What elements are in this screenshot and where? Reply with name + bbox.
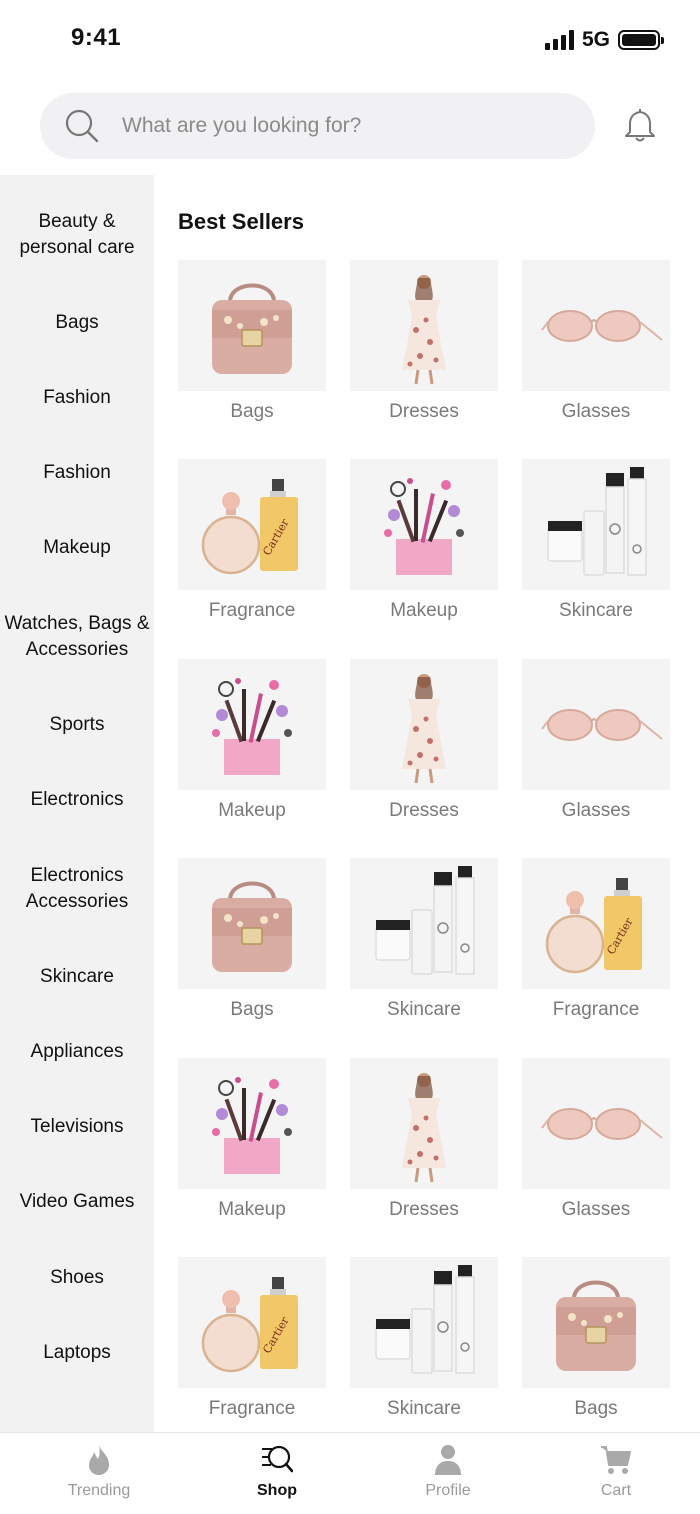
product-tile-skincare[interactable]: Skincare — [350, 858, 498, 1020]
product-tile-makeup[interactable]: Makeup — [178, 659, 326, 821]
handbag-icon — [178, 260, 326, 391]
product-grid-panel: Best Sellers Bags Dresses Glasses Cartie… — [154, 175, 700, 1432]
bell-icon[interactable] — [620, 105, 660, 145]
sidebar-item-laptops[interactable]: Laptops — [0, 1340, 154, 1366]
sidebar-item-televisions[interactable]: Televisions — [0, 1114, 154, 1140]
flame-icon — [89, 1445, 109, 1475]
nav-trending[interactable]: Trending — [39, 1433, 159, 1514]
product-tile-dresses[interactable]: Dresses — [350, 1058, 498, 1220]
dress-icon — [350, 1058, 498, 1189]
nav-profile[interactable]: Profile — [388, 1433, 508, 1514]
handbag-icon — [522, 1257, 670, 1388]
product-tile-skincare[interactable]: Skincare — [350, 1257, 498, 1419]
product-tile-fragrance[interactable]: Cartier Fragrance — [522, 858, 670, 1020]
product-tile-bags[interactable]: Bags — [178, 858, 326, 1020]
sunglasses-icon — [522, 659, 670, 790]
nav-label-cart: Cart — [600, 1482, 632, 1499]
search-input[interactable] — [122, 93, 582, 159]
sidebar-item-electronics-accessories[interactable]: Electronics Accessories — [0, 863, 154, 915]
product-tile-label: Glasses — [561, 800, 631, 821]
status-bar: 9:41 5G — [0, 0, 700, 80]
product-tile-dresses[interactable]: Dresses — [350, 260, 498, 422]
product-tile-label: Dresses — [389, 1199, 459, 1220]
product-tile-label: Dresses — [389, 401, 459, 422]
product-tile-label: Makeup — [390, 600, 458, 621]
status-time: 9:41 — [71, 24, 122, 51]
product-tile-label: Makeup — [218, 800, 286, 821]
product-tile-glasses[interactable]: Glasses — [522, 659, 670, 821]
cart-icon — [601, 1446, 631, 1474]
product-tile-glasses[interactable]: Glasses — [522, 1058, 670, 1220]
product-tile-label: Skincare — [559, 600, 633, 621]
product-tile-label: Fragrance — [208, 1398, 296, 1419]
section-title: Best Sellers — [178, 209, 304, 234]
product-tile-fragrance[interactable]: Cartier Fragrance — [178, 459, 326, 621]
makeup-kit-icon — [178, 1058, 326, 1189]
sidebar-item-fashion-2[interactable]: Fashion — [0, 460, 154, 486]
sidebar-item-makeup[interactable]: Makeup — [0, 535, 154, 561]
product-tile-skincare[interactable]: Skincare — [522, 459, 670, 621]
sidebar-item-video-games[interactable]: Video Games — [0, 1189, 154, 1215]
skincare-icon — [522, 459, 670, 590]
product-tile-bags[interactable]: Bags — [522, 1257, 670, 1419]
category-sidebar: Beauty & personal care Bags Fashion Fash… — [0, 175, 154, 1432]
search-bar[interactable] — [40, 93, 595, 159]
makeup-kit-icon — [178, 659, 326, 790]
product-tile-label: Makeup — [218, 1199, 286, 1220]
perfume-icon: Cartier — [522, 858, 670, 989]
search-row — [0, 93, 700, 159]
search-icon — [65, 109, 99, 143]
signal-icon — [544, 30, 574, 50]
perfume-icon: Cartier — [178, 1257, 326, 1388]
network-label: 5G — [581, 28, 610, 51]
makeup-kit-icon — [350, 459, 498, 590]
product-tile-label: Fragrance — [552, 999, 640, 1020]
person-icon — [435, 1445, 461, 1475]
nav-shop[interactable]: Shop — [217, 1433, 337, 1514]
handbag-icon — [178, 858, 326, 989]
sunglasses-icon — [522, 1058, 670, 1189]
nav-label-shop: Shop — [257, 1482, 297, 1499]
sidebar-item-sports[interactable]: Sports — [0, 712, 154, 738]
sidebar-item-watches[interactable]: Watches, Bags & Accessories — [0, 611, 154, 663]
product-tile-label: Dresses — [389, 800, 459, 821]
sidebar-item-shoes[interactable]: Shoes — [0, 1265, 154, 1291]
sidebar-item-beauty[interactable]: Beauty & personal care — [0, 209, 154, 261]
product-tile-makeup[interactable]: Makeup — [350, 459, 498, 621]
product-tile-label: Skincare — [387, 1398, 461, 1419]
nav-label-profile: Profile — [425, 1482, 471, 1499]
product-tile-fragrance[interactable]: Cartier Fragrance — [178, 1257, 326, 1419]
battery-icon — [618, 30, 664, 50]
nav-label-trending: Trending — [67, 1482, 131, 1499]
sidebar-item-fashion[interactable]: Fashion — [0, 385, 154, 411]
product-tile-bags[interactable]: Bags — [178, 260, 326, 422]
perfume-icon: Cartier — [178, 459, 326, 590]
bottom-nav: Trending Shop Profile Cart — [0, 1432, 700, 1514]
sidebar-item-electronics[interactable]: Electronics — [0, 787, 154, 813]
dress-icon — [350, 659, 498, 790]
product-tile-glasses[interactable]: Glasses — [522, 260, 670, 422]
skincare-icon — [350, 1257, 498, 1388]
product-tile-label: Glasses — [561, 1199, 631, 1220]
product-tile-label: Fragrance — [208, 600, 296, 621]
product-tile-label: Bags — [230, 999, 274, 1020]
sidebar-item-appliances[interactable]: Appliances — [0, 1039, 154, 1065]
shop-search-icon — [262, 1445, 293, 1473]
sidebar-item-skincare[interactable]: Skincare — [0, 964, 154, 990]
product-tile-label: Bags — [574, 1398, 618, 1419]
nav-cart[interactable]: Cart — [556, 1433, 676, 1514]
product-tile-label: Skincare — [387, 999, 461, 1020]
status-icons: 5G — [544, 28, 664, 52]
product-tile-label: Glasses — [561, 401, 631, 422]
product-tile-label: Bags — [230, 401, 274, 422]
dress-icon — [350, 260, 498, 391]
skincare-icon — [350, 858, 498, 989]
product-tile-makeup[interactable]: Makeup — [178, 1058, 326, 1220]
product-tile-dresses[interactable]: Dresses — [350, 659, 498, 821]
sidebar-item-bags[interactable]: Bags — [0, 310, 154, 336]
sunglasses-icon — [522, 260, 670, 391]
